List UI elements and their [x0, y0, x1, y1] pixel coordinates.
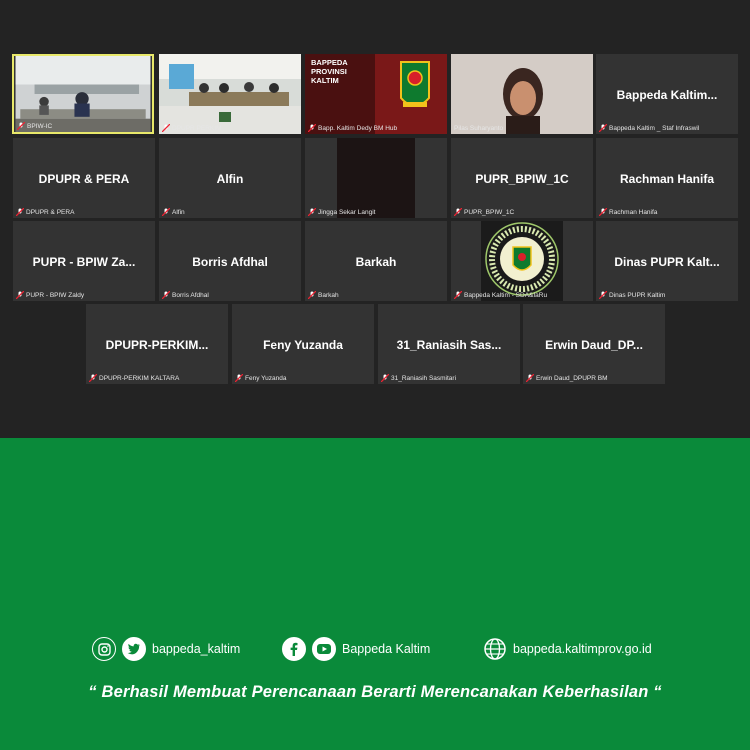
participant-label: PUPR_BPIW_1C	[453, 207, 514, 217]
facebook-icon	[282, 637, 306, 661]
website-link[interactable]: bappeda.kaltimprov.go.id	[483, 637, 652, 661]
mic-muted-icon	[16, 121, 26, 131]
participant-display-name: Rachman Hanifa	[619, 172, 715, 186]
mic-muted-icon	[525, 373, 535, 383]
mic-muted-icon	[161, 123, 171, 133]
participant-label: PUPR - BPIW Zaldy	[15, 290, 84, 300]
bappeda-tile-text: BAPPEDA PROVINSI KALTIM	[311, 58, 348, 85]
participant-tile[interactable]: Bappeda Kaltim - SDA&IaRu	[451, 221, 593, 301]
social-links: bappeda_kaltim Bappeda Kaltim bappeda.ka…	[0, 636, 750, 664]
mic-muted-icon	[15, 290, 25, 300]
footer-banner	[0, 438, 750, 750]
video-feed	[451, 54, 593, 134]
participant-label: Barkah	[307, 290, 339, 300]
participant-display-name: Feny Yuzanda	[263, 338, 343, 352]
participant-tile[interactable]: PUPR_BPIW_1C PUPR_BPIW_1C	[451, 138, 593, 218]
participant-tile[interactable]: DPUPR PERKIM	[159, 54, 301, 134]
participant-label: Bapp. Kaltim Dedy BM Hub	[307, 123, 397, 133]
mic-muted-icon	[307, 123, 317, 133]
participant-display-name: DPUPR-PERKIM...	[105, 338, 209, 352]
meeting-gallery: BPIW-IC DPUPR PERKIM BAPPEDA PROVINSI KA…	[0, 0, 750, 438]
participant-label: Alfin	[161, 207, 185, 217]
mic-muted-icon	[234, 373, 244, 383]
participant-tile[interactable]: BAPPEDA PROVINSI KALTIM Bapp. Kaltim Ded…	[305, 54, 447, 134]
participant-label: Erwin Daud_DPUPR BM	[525, 373, 608, 383]
participant-label: Feny Yuzanda	[234, 373, 286, 383]
participant-label: DPUPR PERKIM	[161, 123, 221, 133]
participant-tile[interactable]: DPUPR-PERKIM... DPUPR-PERKIM KALTARA	[86, 304, 228, 384]
participant-label: Borris Afdhal	[161, 290, 209, 300]
participant-tile[interactable]: Erwin Daud_DP... Erwin Daud_DPUPR BM	[523, 304, 665, 384]
mic-muted-icon	[453, 207, 463, 217]
participant-display-name: Erwin Daud_DP...	[545, 338, 643, 352]
participant-label: Dinas PUPR Kaltim	[598, 290, 665, 300]
participant-display-name: 31_Raniasih Sas...	[396, 338, 502, 352]
participant-tile[interactable]: Jingga Sekar Langit	[305, 138, 447, 218]
participant-display-name: DPUPR & PERA	[38, 172, 130, 186]
participant-label: DPUPR & PERA	[15, 207, 74, 217]
mic-muted-icon	[453, 290, 463, 300]
facebook-name: Bappeda Kaltim	[342, 642, 431, 656]
participant-tile[interactable]: Dinas PUPR Kalt... Dinas PUPR Kaltim	[596, 221, 738, 301]
facebook-youtube-link[interactable]: Bappeda Kaltim	[282, 637, 430, 661]
participant-display-name: Alfin	[216, 172, 244, 186]
participant-label: Jingga Sekar Langit	[307, 207, 375, 217]
mic-muted-icon	[380, 373, 390, 383]
twitter-handle: bappeda_kaltim	[152, 642, 241, 656]
participant-label: Rachman Hanifa	[598, 207, 657, 217]
participant-label: Bappeda Kaltim _ Staf Infraswil	[598, 123, 699, 133]
mic-muted-icon	[307, 290, 317, 300]
mic-muted-icon	[307, 207, 317, 217]
participant-tile[interactable]: Alfin Alfin	[159, 138, 301, 218]
mic-muted-icon	[598, 290, 608, 300]
mic-muted-icon	[598, 207, 608, 217]
mic-muted-icon	[88, 373, 98, 383]
bidang-infrastruktur-logo	[451, 221, 593, 301]
participant-label: DPUPR-PERKIM KALTARA	[88, 373, 179, 383]
tagline: “ Berhasil Membuat Perencanaan Berarti M…	[88, 683, 662, 701]
instagram-twitter-link[interactable]: bappeda_kaltim	[92, 637, 240, 661]
participant-display-name: Dinas PUPR Kalt...	[614, 255, 720, 269]
video-feed	[15, 56, 151, 132]
participant-tile[interactable]: BPIW-IC	[12, 54, 154, 134]
participant-tile[interactable]: Feny Yuzanda Feny Yuzanda	[232, 304, 374, 384]
participant-tile[interactable]: Borris Afdhal Borris Afdhal	[159, 221, 301, 301]
participant-label: 31_Raniasih Sasmitari	[380, 373, 456, 383]
mic-muted-icon	[161, 207, 171, 217]
participant-tile[interactable]: DPUPR & PERA DPUPR & PERA	[13, 138, 155, 218]
instagram-icon	[92, 637, 116, 661]
mic-muted-icon	[161, 290, 171, 300]
participant-tile[interactable]: Pilas Suharyanto	[451, 54, 593, 134]
video-feed	[159, 54, 301, 134]
participant-tile[interactable]: Bappeda Kaltim... Bappeda Kaltim _ Staf …	[596, 54, 738, 134]
globe-icon	[483, 637, 507, 661]
participant-tile[interactable]: PUPR - BPIW Za... PUPR - BPIW Zaldy	[13, 221, 155, 301]
mic-muted-icon	[15, 207, 25, 217]
participant-label: Bappeda Kaltim - SDA&IaRu	[453, 290, 547, 300]
participant-tile[interactable]: Barkah Barkah	[305, 221, 447, 301]
participant-display-name: Borris Afdhal	[192, 255, 268, 269]
twitter-icon	[122, 637, 146, 661]
participant-tile[interactable]: 31_Raniasih Sas... 31_Raniasih Sasmitari	[378, 304, 520, 384]
participant-display-name: PUPR_BPIW_1C	[475, 172, 569, 186]
participant-display-name: PUPR - BPIW Za...	[32, 255, 136, 269]
participant-label: Pilas Suharyanto	[454, 125, 504, 132]
participant-label: BPIW-IC	[16, 121, 52, 131]
youtube-icon	[312, 637, 336, 661]
website-url: bappeda.kaltimprov.go.id	[513, 642, 652, 656]
participant-display-name: Barkah	[355, 255, 397, 269]
mic-muted-icon	[598, 123, 608, 133]
video-feed	[305, 138, 447, 218]
participant-display-name: Bappeda Kaltim...	[616, 88, 718, 102]
participant-tile[interactable]: Rachman Hanifa Rachman Hanifa	[596, 138, 738, 218]
